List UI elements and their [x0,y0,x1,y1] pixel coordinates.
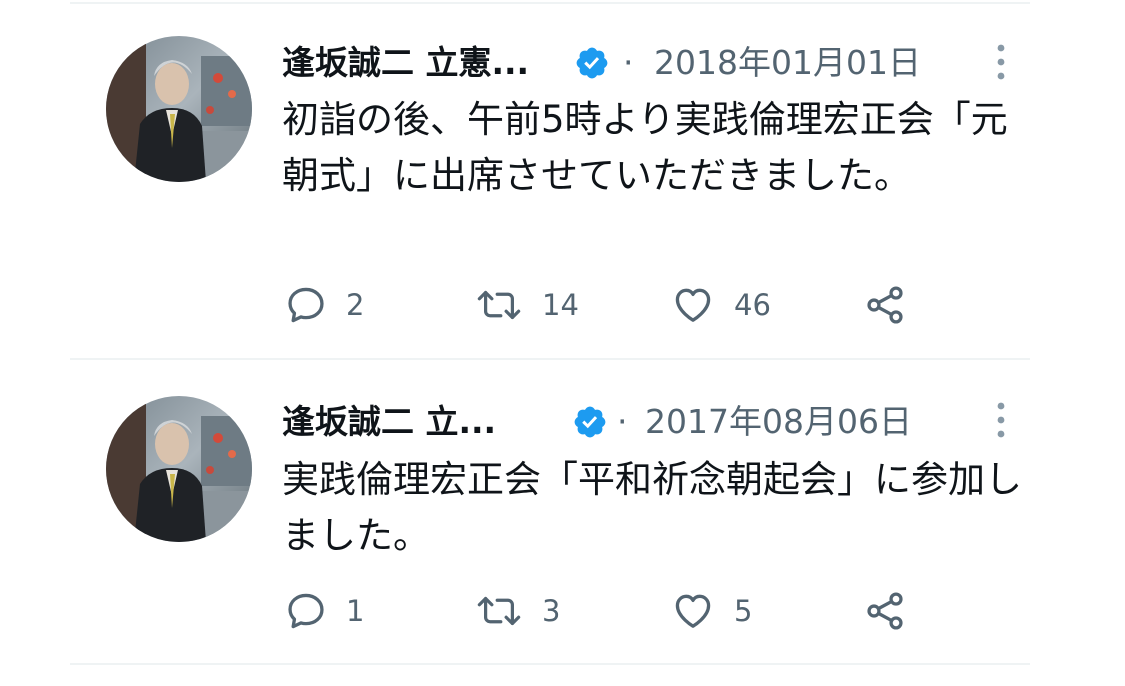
tweet-actions: 1 3 5 [282,586,1002,636]
more-options-icon[interactable] [995,400,1007,440]
like-button[interactable]: 5 [670,586,752,636]
like-count: 5 [734,594,753,628]
reply-icon [288,593,324,629]
like-icon [675,288,711,322]
retweet-count: 3 [542,594,561,628]
avatar-photo [106,36,252,182]
reply-count: 2 [346,288,365,322]
like-button[interactable]: 46 [670,280,771,330]
reply-button[interactable]: 1 [284,586,364,636]
like-count: 46 [734,288,771,322]
avatar-photo [106,396,252,542]
tweet-text: 初詣の後、午前5時より実践倫理宏正会「元朝式」に出席させていただきました。 [282,98,1008,197]
tweet-divider [70,663,1030,665]
avatar[interactable] [106,396,252,542]
tweet-1[interactable]: 逢坂誠二 立憲... · 2018年01月01日 初詣の後、午前5時より実践倫理… [0,0,1125,360]
verified-badge-icon [576,47,608,79]
author-name[interactable]: 逢坂誠二 立... [282,400,496,444]
tweet-actions: 2 14 46 [282,280,1002,330]
tweet-text: 実践倫理宏正会「平和祈念朝起会」に参加しました。 [282,458,1022,557]
avatar[interactable] [106,36,252,182]
like-icon [675,594,711,628]
retweet-button[interactable]: 3 [474,586,560,636]
retweet-count: 14 [542,288,579,322]
reply-icon [288,287,324,323]
share-button[interactable] [862,586,908,636]
retweet-icon [477,290,521,320]
tweet-date[interactable]: 2018年01月01日 [654,41,921,85]
retweet-button[interactable]: 14 [474,280,579,330]
reply-button[interactable]: 2 [284,280,364,330]
separator-dot: · [617,402,628,441]
separator-dot: · [623,43,634,82]
share-button[interactable] [862,280,908,330]
reply-count: 1 [346,594,365,628]
tweet-date[interactable]: 2017年08月06日 [645,400,912,444]
author-name[interactable]: 逢坂誠二 立憲... [282,41,529,85]
more-options-icon[interactable] [995,42,1007,82]
share-icon [867,286,903,324]
tweet-2[interactable]: 逢坂誠二 立... · 2017年08月06日 実践倫理宏正会「平和祈念朝起会」… [0,360,1125,665]
verified-badge-icon [574,406,606,438]
retweet-icon [477,596,521,626]
share-icon [867,592,903,630]
